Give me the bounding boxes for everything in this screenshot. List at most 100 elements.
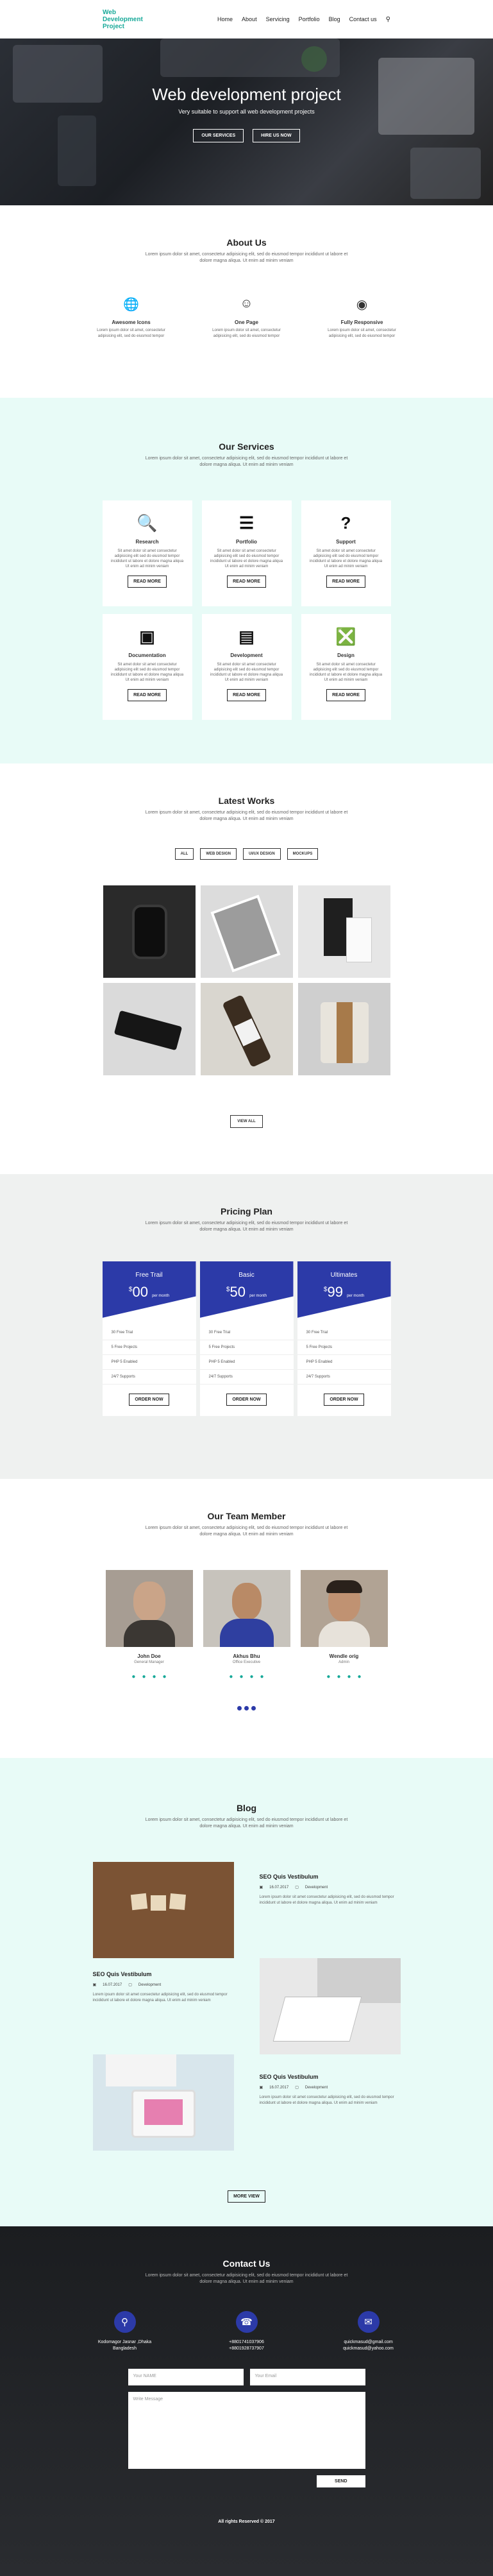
search-icon[interactable]: ⚲ [386,16,390,23]
work-image-packaging[interactable] [297,885,390,978]
site-header: Web Development Project Home About Servi… [0,0,493,38]
feature-text: Lorem ipsum dolor sit amet, consectetur … [212,328,281,338]
calendar-icon: ▣ [259,1886,263,1889]
filter-mockups[interactable]: MOCKUPS [287,848,319,860]
plan-name: Ultimates [330,1272,358,1279]
blog-post-title[interactable]: SEO Quis Vestibulum [93,1971,234,1977]
plan-feature: 24/7 Supports [297,1370,391,1385]
service-text: Sit amet dolor sit amet consectetur adip… [110,549,184,568]
vk-icon[interactable]: ● [326,1673,330,1680]
vk-icon[interactable]: ● [229,1673,233,1680]
order-now-button[interactable]: ORDER NOW [324,1394,364,1406]
order-now-button[interactable]: ORDER NOW [226,1394,267,1406]
view-all-button[interactable]: VIEW ALL [230,1115,263,1128]
folder-icon: ▢ [128,1983,132,1987]
more-view-button[interactable]: MORE VIEW [228,2190,265,2203]
location-pin-icon: ⚲ [113,2311,136,2333]
read-more-button[interactable]: READ MORE [227,689,266,701]
phone-number[interactable]: +8801928737907 [212,2346,282,2352]
book-icon: ▣ [139,627,155,646]
blog-post-text: Lorem ipsum dolor sit amet consectetur a… [259,1895,394,1905]
contact-form: Your NAME Your Email Write Message SEND [128,2369,365,2487]
feature-title: One Page [235,320,258,325]
plan-name: Basic [238,1272,255,1279]
carousel-dot[interactable] [237,1706,242,1710]
blog-post-title[interactable]: SEO Quis Vestibulum [260,2074,401,2080]
contact-phone: ☎ +8801741037906 +8801928737907 [212,2311,282,2352]
hire-us-button[interactable]: HIRE US NOW [253,129,300,142]
filter-web-design[interactable]: WEB DESIGN [200,848,237,860]
send-button[interactable]: SEND [317,2475,365,2487]
work-image-bag[interactable] [297,983,390,1075]
instagram-icon[interactable]: ● [260,1673,264,1680]
read-more-button[interactable]: READ MORE [326,576,365,588]
nav-blog[interactable]: Blog [329,16,340,22]
works-section: Latest Works Lorem ipsum dolor sit amet,… [0,763,493,1174]
message-field[interactable]: Write Message [128,2392,365,2469]
twitter-icon[interactable]: ● [153,1673,156,1680]
order-now-button[interactable]: ORDER NOW [129,1394,169,1406]
work-image-bottle[interactable] [200,983,293,1075]
work-image-magazine[interactable] [200,885,293,978]
our-services-button[interactable]: OUR SERVICES [193,129,244,142]
team-member-card: Wendle orig Admin ● ● ● ● [300,1570,388,1680]
work-image-watch[interactable] [103,885,196,978]
email-field[interactable]: Your Email [249,2369,365,2385]
blog-title: Blog [236,1803,257,1813]
globe-icon: 🌐 [123,298,139,312]
email-address[interactable]: quickmasud@gmail.com [333,2339,404,2346]
team-member-name: Wendle orig [329,1653,359,1659]
instagram-icon[interactable]: ● [358,1673,362,1680]
calendar-icon: ▣ [92,1983,97,1987]
filter-uiux-design[interactable]: UI/UX DESIGN [242,848,281,860]
feature-title: Awesome Icons [112,320,151,325]
plan-feature: 24/7 Supports [102,1370,196,1385]
vk-icon[interactable]: ● [131,1673,135,1680]
service-text: Sit amet dolor sit amet consectetur adip… [210,663,283,682]
read-more-button[interactable]: READ MORE [227,576,266,588]
nav-about[interactable]: About [242,16,257,22]
plan-feature: PHP 5 Enabled [297,1355,391,1370]
read-more-button[interactable]: READ MORE [128,576,167,588]
blog-post-title[interactable]: SEO Quis Vestibulum [260,1873,401,1880]
nav-portfolio[interactable]: Portfolio [299,16,320,22]
blog-post-image[interactable] [259,1958,401,2054]
blog-post-image[interactable] [92,1862,234,1958]
nav-contact[interactable]: Contact us [349,16,377,22]
work-image-pouch[interactable] [103,983,196,1075]
plan-price: $00 per month [128,1284,170,1300]
blog-post-image[interactable] [92,2054,234,2151]
nav-home[interactable]: Home [217,16,233,22]
site-logo[interactable]: Web Development Project [103,9,154,30]
blog-post-category: Development [138,1983,162,1987]
twitter-icon[interactable]: ● [250,1673,254,1680]
carousel-dot[interactable] [244,1706,249,1710]
read-more-button[interactable]: READ MORE [326,689,365,701]
read-more-button[interactable]: READ MORE [128,689,167,701]
twitter-icon[interactable]: ● [347,1673,351,1680]
plan-card-ultimates: Ultimates $99 per month 30 Free Trial 5 … [297,1261,391,1416]
email-address[interactable]: quickmasud@yahoo.com [333,2346,404,2352]
blog-post-text: Lorem ipsum dolor sit amet consectetur a… [259,2095,394,2105]
feature-item: ☺ One Page Lorem ipsum dolor sit amet, c… [205,296,288,339]
service-card-portfolio: ☰ Portfolio Sit amet dolor sit amet cons… [201,500,292,606]
nav-servicing[interactable]: Servicing [266,16,290,22]
carousel-dot[interactable] [251,1706,256,1710]
facebook-icon[interactable]: ● [239,1673,243,1680]
facebook-icon[interactable]: ● [142,1673,146,1680]
facebook-icon[interactable]: ● [337,1673,340,1680]
blog-post: SEO Quis Vestibulum ▣ 16.07.2017 ▢ Developm… [260,2074,401,2106]
contact-title: Contact Us [222,2258,271,2269]
pricing-section: Pricing Plan Lorem ipsum dolor sit amet,… [0,1174,493,1479]
phone-number[interactable]: +8801741037906 [212,2339,282,2346]
blog-post: SEO Quis Vestibulum ▣ 16.07.2017 ▢ Developm… [93,1971,234,2004]
user-icon: ☺ [240,296,253,311]
service-card-documentation: ▣ Documentation Sit amet dolor sit amet … [102,614,192,720]
about-intro: Lorem ipsum dolor sit amet, consectetur … [145,252,348,263]
about-title: About Us [226,237,267,248]
hero-bg-papers [410,148,481,199]
name-field[interactable]: Your NAME [128,2369,244,2385]
instagram-icon[interactable]: ● [163,1673,167,1680]
filter-all[interactable]: ALL [174,848,194,860]
team-member-card: John Doe General Manager ● ● ● ● [105,1570,193,1680]
